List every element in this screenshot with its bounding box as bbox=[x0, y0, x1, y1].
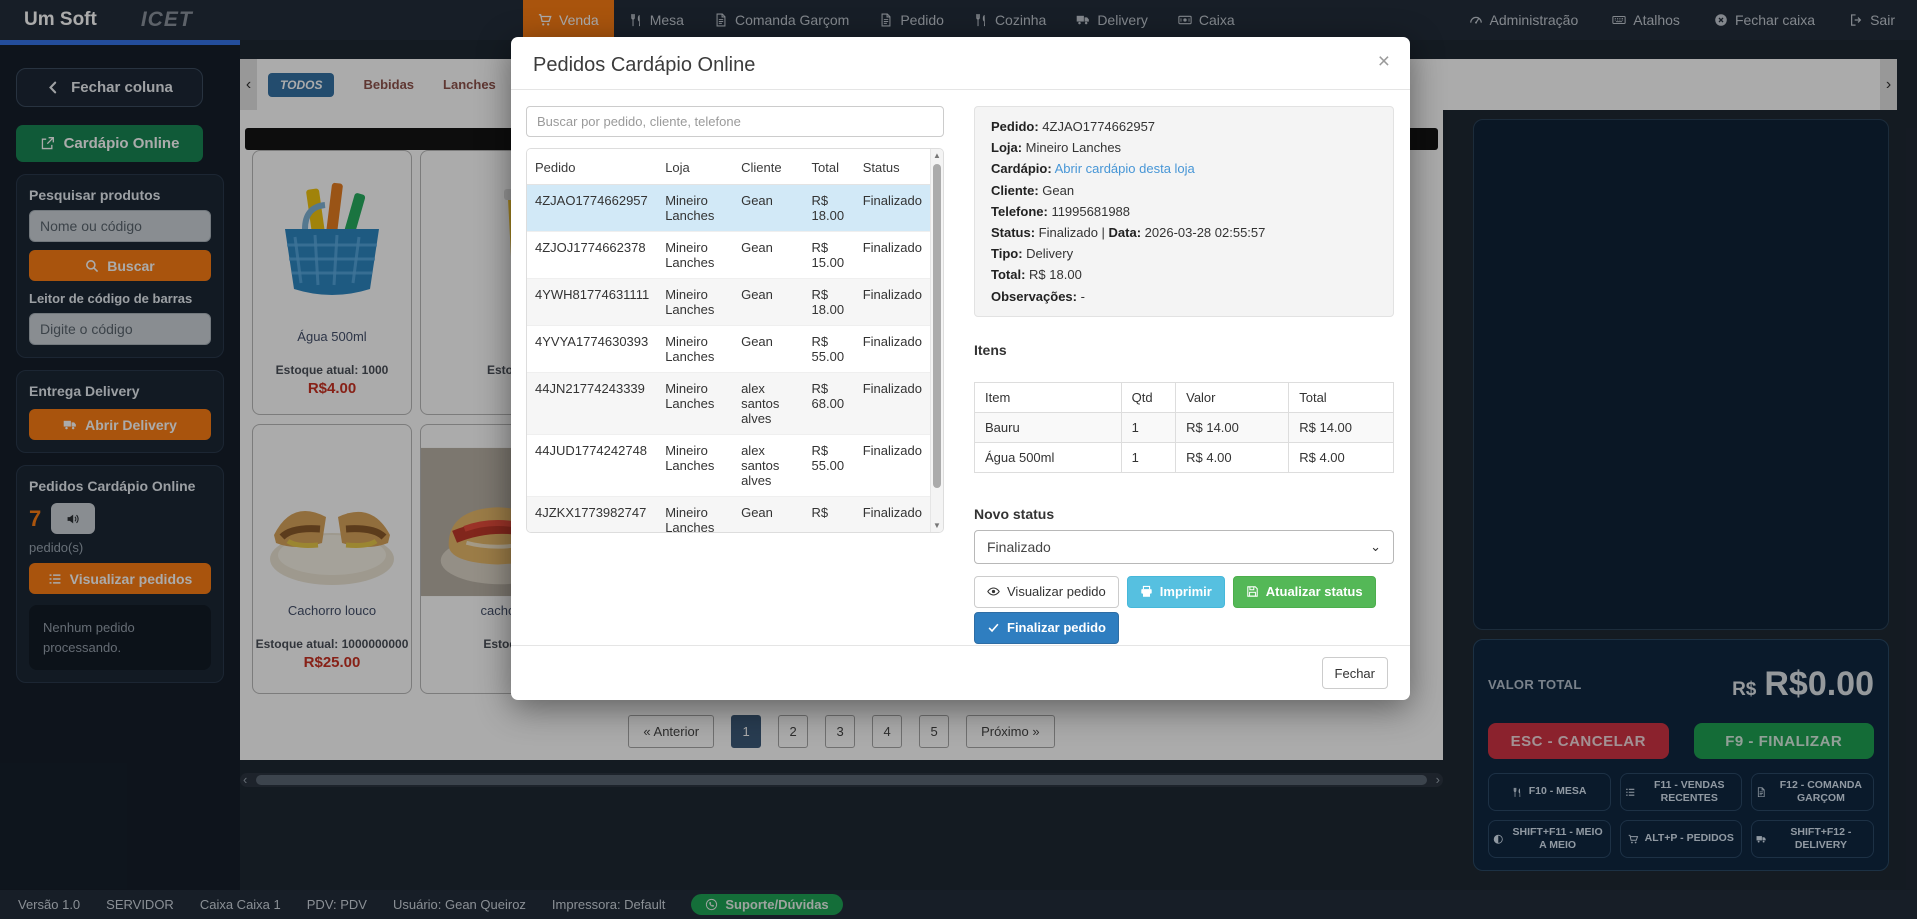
orders-scrollbar[interactable]: ▲ ▼ bbox=[930, 149, 943, 532]
items-column-header: Qtd bbox=[1121, 382, 1175, 412]
modal-right-column: Pedido: 4ZJAO1774662957Loja: Mineiro Lan… bbox=[974, 106, 1394, 644]
order-detail-line: Total: R$ 18.00 bbox=[991, 264, 1377, 285]
items-heading: Itens bbox=[974, 342, 1394, 358]
orders-table-body: 4ZJAO1774662957Mineiro LanchesGeanR$ 18.… bbox=[527, 185, 930, 533]
order-detail-line: Pedido: 4ZJAO1774662957 bbox=[991, 116, 1377, 137]
order-row[interactable]: 44JN21774243339Mineiro Lanchesalex santo… bbox=[527, 373, 930, 435]
order-search-input[interactable] bbox=[526, 106, 944, 137]
order-row[interactable]: 4ZJAO1774662957Mineiro LanchesGeanR$ 18.… bbox=[527, 185, 930, 232]
modal-footer: Fechar bbox=[511, 645, 1410, 700]
new-status-select[interactable]: Finalizado ⌄ bbox=[974, 530, 1394, 564]
modal-close-button[interactable]: Fechar bbox=[1322, 657, 1388, 689]
item-row: Água 500ml1R$ 4.00R$ 4.00 bbox=[975, 442, 1394, 472]
order-detail-line: Telefone: 11995681988 bbox=[991, 201, 1377, 222]
items-column-header: Total bbox=[1289, 382, 1394, 412]
orders-table-header: PedidoLojaClienteTotalStatus bbox=[527, 149, 930, 185]
order-row[interactable]: 4ZJOJ1774662378Mineiro LanchesGeanR$ 15.… bbox=[527, 232, 930, 279]
orders-table: PedidoLojaClienteTotalStatus 4ZJAO177466… bbox=[527, 149, 930, 532]
print-button[interactable]: Imprimir bbox=[1127, 576, 1225, 608]
modal-title: Pedidos Cardápio Online bbox=[533, 54, 1388, 77]
orders-table-container: PedidoLojaClienteTotalStatus 4ZJAO177466… bbox=[526, 148, 944, 533]
orders-column-header: Status bbox=[855, 149, 930, 185]
update-status-button[interactable]: Atualizar status bbox=[1233, 576, 1376, 608]
order-row[interactable]: 44JUD1774242748Mineiro Lanchesalex santo… bbox=[527, 435, 930, 497]
online-orders-modal: Pedidos Cardápio Online × PedidoLojaClie… bbox=[511, 37, 1410, 700]
order-detail-line: Loja: Mineiro Lanches bbox=[991, 137, 1377, 158]
open-store-menu-link[interactable]: Abrir cardápio desta loja bbox=[1055, 161, 1195, 176]
save-icon bbox=[1246, 585, 1259, 598]
items-table-header: ItemQtdValorTotal bbox=[975, 382, 1394, 412]
order-detail-line: Cliente: Gean bbox=[991, 180, 1377, 201]
orders-column-header: Loja bbox=[657, 149, 733, 185]
eye-icon bbox=[987, 585, 1000, 598]
application-window: Um Soft ICET VendaMesaComanda GarçomPedi… bbox=[0, 0, 1917, 919]
close-icon[interactable]: × bbox=[1378, 51, 1390, 72]
order-row[interactable]: 4YWH81774631111Mineiro LanchesGeanR$ 18.… bbox=[527, 279, 930, 326]
order-detail-line: Status: Finalizado | Data: 2026-03-28 02… bbox=[991, 222, 1377, 243]
modal-left-column: PedidoLojaClienteTotalStatus 4ZJAO177466… bbox=[526, 106, 944, 533]
item-row: Bauru1R$ 14.00R$ 14.00 bbox=[975, 412, 1394, 442]
order-detail-line: Observações: - bbox=[991, 286, 1377, 307]
scroll-up-arrow[interactable]: ▲ bbox=[931, 151, 943, 160]
view-order-button[interactable]: Visualizar pedido bbox=[974, 576, 1119, 608]
finalize-order-button[interactable]: Finalizar pedido bbox=[974, 612, 1119, 644]
order-row[interactable]: 4JZKX1773982747Mineiro LanchesGeanR$Fina… bbox=[527, 497, 930, 533]
items-column-header: Item bbox=[975, 382, 1122, 412]
check-icon bbox=[987, 621, 1000, 634]
orders-column-header: Cliente bbox=[733, 149, 803, 185]
chevron-down-icon: ⌄ bbox=[1370, 539, 1381, 555]
orders-scrollbar-thumb[interactable] bbox=[933, 164, 941, 488]
orders-column-header: Total bbox=[804, 149, 855, 185]
order-row[interactable]: 4YVYA1774630393Mineiro LanchesGeanR$ 55.… bbox=[527, 326, 930, 373]
order-detail-line: Cardápio: Abrir cardápio desta loja bbox=[991, 158, 1377, 179]
order-detail-line: Tipo: Delivery bbox=[991, 243, 1377, 264]
orders-column-header: Pedido bbox=[527, 149, 657, 185]
new-status-label: Novo status bbox=[974, 506, 1394, 522]
scroll-down-arrow[interactable]: ▼ bbox=[931, 521, 943, 530]
order-detail-box: Pedido: 4ZJAO1774662957Loja: Mineiro Lan… bbox=[974, 106, 1394, 317]
printer-icon bbox=[1140, 585, 1153, 598]
items-table: ItemQtdValorTotal Bauru1R$ 14.00R$ 14.00… bbox=[974, 382, 1394, 473]
items-table-body: Bauru1R$ 14.00R$ 14.00Água 500ml1R$ 4.00… bbox=[975, 412, 1394, 472]
items-column-header: Valor bbox=[1176, 382, 1289, 412]
modal-header: Pedidos Cardápio Online × bbox=[511, 37, 1410, 90]
